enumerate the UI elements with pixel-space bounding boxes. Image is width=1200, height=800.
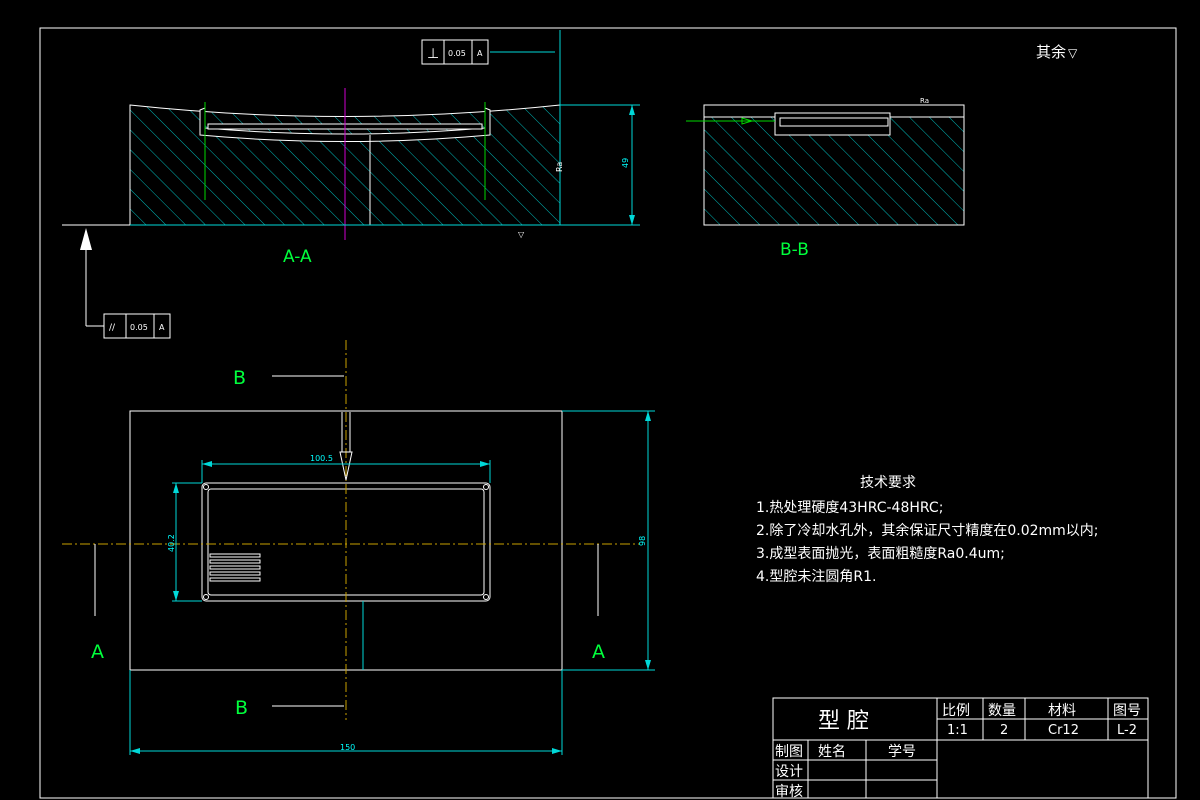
name-label: 姓名 (818, 744, 846, 760)
roughness-note: 其余 (1036, 43, 1066, 61)
material-label: 材料 (1048, 703, 1076, 719)
dimension-slot-width: 40.2 (167, 534, 176, 552)
student-no-label: 学号 (888, 744, 916, 760)
svg-text:▽: ▽ (1068, 46, 1078, 60)
review-label: 审核 (775, 784, 803, 800)
perpendicularity-datum: A (477, 49, 483, 58)
vent-grill (209, 553, 261, 582)
section-aa-label: A-A (283, 247, 312, 267)
parallelism-tolerance-frame: // 0.05 A (80, 228, 171, 339)
drawing-no-label: 图号 (1113, 703, 1141, 719)
plan-view: 100.5 40.2 98 150 (62, 340, 655, 755)
dimension-overall-width: 150 (340, 743, 355, 752)
svg-text:▽: ▽ (518, 230, 525, 239)
cad-drawing-sheet: 49 Ra ▽ ⊥ 0.05 A // 0.05 A A-A Ra B-B 其余… (39, 27, 1177, 800)
cut-label-b-bottom: B (235, 697, 248, 719)
svg-text:Ra: Ra (920, 97, 929, 105)
tech-req-item: 1.热处理硬度43HRC-48HRC; (756, 500, 943, 516)
scale-value: 1:1 (947, 723, 968, 738)
parallelism-datum: A (159, 323, 165, 332)
perpendicularity-tolerance-frame: ⊥ 0.05 A (421, 39, 489, 65)
title-block: 型 腔 比例 1:1 数量 2 材料 Cr12 图号 L-2 制图 姓名 学号 … (772, 697, 1149, 800)
section-bb-view: Ra (686, 97, 965, 226)
perpendicularity-value: 0.05 (448, 49, 466, 58)
part-name: 型 腔 (818, 709, 869, 734)
cut-label-b-top: B (233, 367, 246, 389)
material-value: Cr12 (1048, 723, 1079, 738)
parallelism-value: 0.05 (130, 323, 148, 332)
dimension-height-aa: 49 (621, 158, 630, 168)
tech-req-item: 4.型腔未注圆角R1. (756, 569, 876, 585)
perpendicularity-symbol: ⊥ (427, 46, 439, 62)
tech-req-item: 3.成型表面抛光，表面粗糙度Ra0.4um; (756, 546, 1005, 562)
technical-requirements: 技术要求 1.热处理硬度43HRC-48HRC; 2.除了冷却水孔外，其余保证尺… (756, 475, 1099, 585)
dimension-overall-height: 98 (638, 536, 647, 546)
drawing-no-value: L-2 (1117, 723, 1137, 738)
section-bb-label: B-B (780, 240, 809, 260)
scale-label: 比例 (942, 703, 970, 719)
cut-label-a-left: A (91, 641, 104, 663)
dimension-slot-length: 100.5 (310, 454, 333, 463)
design-label: 设计 (775, 764, 803, 780)
cut-label-a-right: A (592, 641, 605, 663)
drawn-label: 制图 (775, 744, 803, 760)
qty-label: 数量 (988, 703, 1016, 719)
qty-value: 2 (1000, 723, 1008, 738)
tech-req-title: 技术要求 (860, 475, 916, 491)
parallelism-symbol: // (109, 323, 116, 333)
tech-req-item: 2.除了冷却水孔外，其余保证尺寸精度在0.02mm以内; (756, 522, 1099, 539)
svg-text:Ra: Ra (555, 162, 564, 172)
section-aa-view: 49 Ra ▽ (62, 30, 640, 240)
